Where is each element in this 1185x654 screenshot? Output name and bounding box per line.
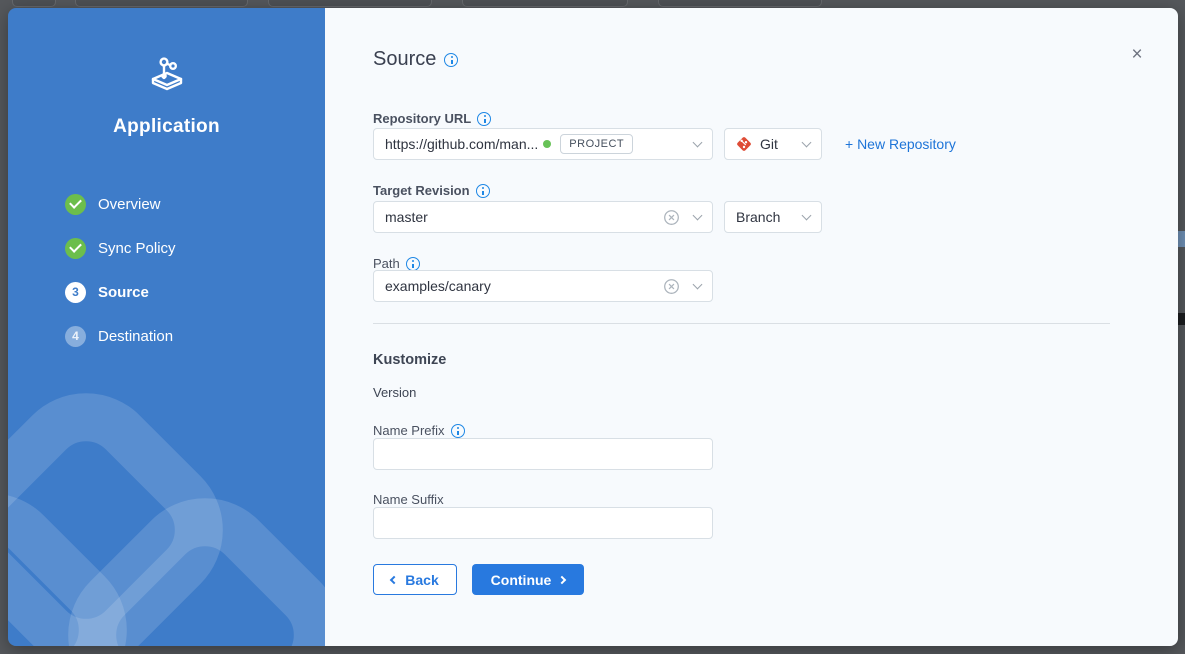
revision-type-select[interactable]: Branch bbox=[724, 201, 822, 233]
backdrop-card bbox=[12, 0, 56, 7]
chevron-down-icon bbox=[802, 137, 812, 147]
wizard-sidebar: Application Overview Sync Policy 3 Sourc… bbox=[8, 8, 325, 646]
chevron-right-icon bbox=[558, 575, 566, 583]
sidebar-item-source[interactable]: 3 Source bbox=[65, 280, 176, 304]
page-title: Source bbox=[373, 48, 458, 71]
check-icon bbox=[65, 238, 86, 259]
repository-url-label: Repository URL bbox=[373, 111, 491, 126]
application-icon bbox=[144, 50, 190, 94]
chevron-down-icon bbox=[693, 137, 703, 147]
source-step-panel: × Source Repository URL https://github.c… bbox=[325, 8, 1178, 646]
repository-url-select[interactable]: https://github.com/man... PROJECT bbox=[373, 128, 713, 160]
sidebar-item-overview[interactable]: Overview bbox=[65, 192, 176, 216]
target-revision-input[interactable]: master bbox=[373, 201, 713, 233]
step-label: Overview bbox=[98, 196, 161, 213]
application-wizard-modal: Application Overview Sync Policy 3 Sourc… bbox=[8, 8, 1178, 646]
divider bbox=[373, 323, 1110, 324]
new-repository-link[interactable]: + New Repository bbox=[845, 136, 956, 152]
info-icon[interactable] bbox=[406, 257, 420, 271]
git-icon bbox=[736, 136, 752, 152]
name-suffix-label: Name Suffix bbox=[373, 492, 444, 507]
step-number: 3 bbox=[65, 282, 86, 303]
backdrop-card bbox=[268, 0, 432, 7]
repo-status-dot bbox=[543, 140, 551, 148]
backdrop-card bbox=[462, 0, 628, 7]
path-value: examples/canary bbox=[385, 278, 663, 294]
wizard-title: Application bbox=[8, 116, 325, 138]
close-icon[interactable]: × bbox=[1126, 44, 1148, 66]
sidebar-item-sync-policy[interactable]: Sync Policy bbox=[65, 236, 176, 260]
chevron-down-icon bbox=[693, 210, 703, 220]
backdrop-card bbox=[75, 0, 248, 7]
chevron-down-icon bbox=[693, 279, 703, 289]
continue-button[interactable]: Continue bbox=[472, 564, 584, 595]
wizard-steps: Overview Sync Policy 3 Source 4 Destinat… bbox=[65, 192, 176, 368]
backdrop-fragment bbox=[1178, 231, 1185, 247]
info-icon[interactable] bbox=[451, 424, 465, 438]
info-icon[interactable] bbox=[476, 184, 490, 198]
target-revision-label: Target Revision bbox=[373, 183, 490, 198]
name-prefix-input[interactable] bbox=[373, 438, 713, 470]
kustomize-heading: Kustomize bbox=[373, 352, 446, 368]
version-label: Version bbox=[373, 385, 416, 400]
back-button[interactable]: Back bbox=[373, 564, 457, 595]
path-input[interactable]: examples/canary bbox=[373, 270, 713, 302]
path-label: Path bbox=[373, 256, 420, 271]
project-badge: PROJECT bbox=[560, 134, 633, 154]
clear-icon[interactable] bbox=[663, 278, 680, 295]
step-number: 4 bbox=[65, 326, 86, 347]
chevron-left-icon bbox=[390, 575, 398, 583]
step-label: Destination bbox=[98, 328, 173, 345]
repo-type-select[interactable]: Git bbox=[724, 128, 822, 160]
name-suffix-input[interactable] bbox=[373, 507, 713, 539]
screen: { "modal": { "close_icon": "\u00d7" }, "… bbox=[0, 0, 1185, 654]
repo-type-value: Git bbox=[760, 136, 778, 152]
clear-icon[interactable] bbox=[663, 209, 680, 226]
name-prefix-label: Name Prefix bbox=[373, 423, 465, 438]
info-icon[interactable] bbox=[477, 112, 491, 126]
repository-url-value: https://github.com/man... bbox=[385, 136, 538, 152]
target-revision-value: master bbox=[385, 209, 663, 225]
check-icon bbox=[65, 194, 86, 215]
revision-type-value: Branch bbox=[736, 209, 780, 225]
backdrop-card bbox=[658, 0, 822, 7]
page-title-text: Source bbox=[373, 48, 436, 71]
sidebar-item-destination[interactable]: 4 Destination bbox=[65, 324, 176, 348]
info-icon[interactable] bbox=[444, 53, 458, 67]
step-label: Source bbox=[98, 284, 149, 301]
backdrop-fragment bbox=[1178, 313, 1185, 325]
step-label: Sync Policy bbox=[98, 240, 176, 257]
chevron-down-icon bbox=[802, 210, 812, 220]
